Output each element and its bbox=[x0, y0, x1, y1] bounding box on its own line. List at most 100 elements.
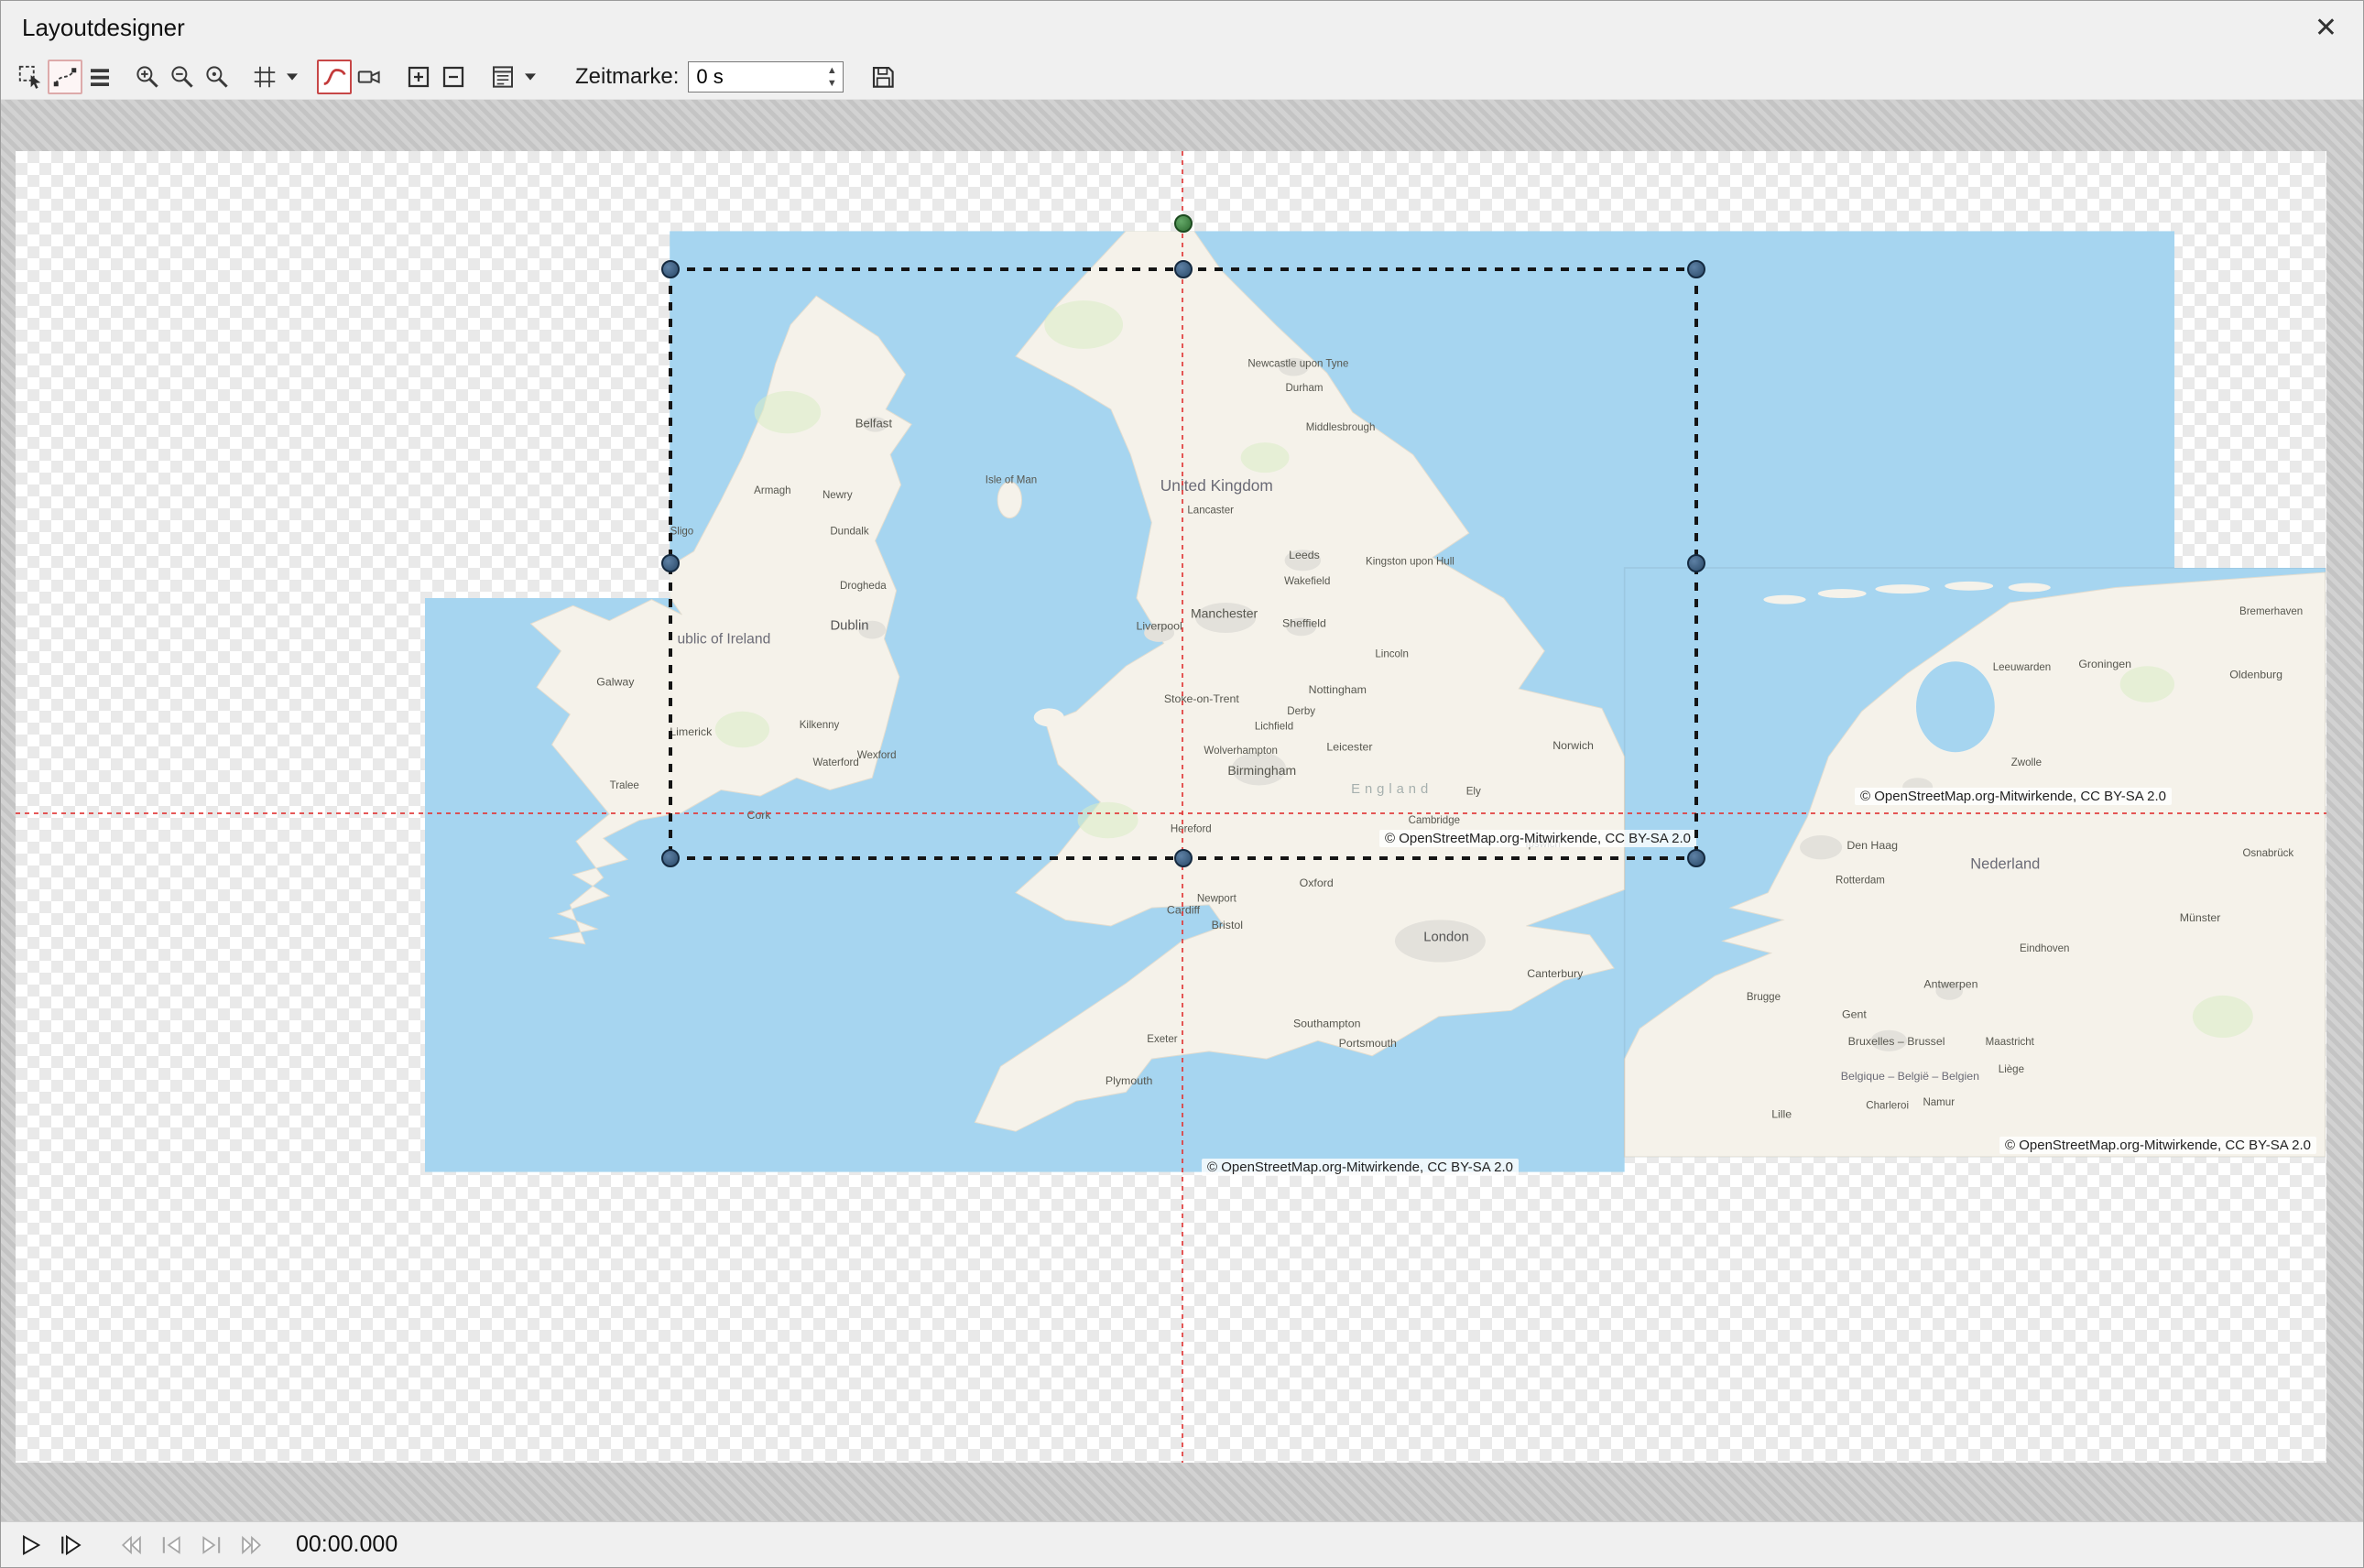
map-place-label: Zwolle bbox=[2011, 757, 2042, 768]
play-button[interactable] bbox=[14, 1529, 47, 1562]
toolbar: Zeitmarke: ▲ ▼ bbox=[1, 55, 2363, 100]
fast-forward-icon bbox=[239, 1532, 265, 1558]
map-place-label: Brugge bbox=[1747, 992, 1781, 1003]
wadden-island bbox=[1875, 584, 1929, 593]
zeitmarke-input-wrap: ▲ ▼ bbox=[688, 61, 844, 93]
resize-handle-top-center[interactable] bbox=[1174, 260, 1193, 278]
remove-button[interactable] bbox=[436, 60, 471, 94]
zoom-out-button[interactable] bbox=[165, 60, 200, 94]
osm-attribution: © OpenStreetMap.org-Mitwirkende, CC BY-S… bbox=[1855, 788, 2172, 805]
map-place-label: Tralee bbox=[610, 780, 639, 791]
camera-icon bbox=[355, 63, 383, 91]
zoom-out-icon bbox=[169, 63, 196, 91]
properties-options-dropdown[interactable] bbox=[520, 60, 540, 94]
wadden-island bbox=[2009, 583, 2051, 593]
resize-handle-bottom-right[interactable] bbox=[1687, 849, 1705, 867]
wadden-island bbox=[1945, 582, 1993, 591]
map-place-label: Portsmouth bbox=[1339, 1037, 1397, 1050]
map-place-label: Bremerhaven bbox=[2239, 606, 2303, 617]
play-from-marker-button[interactable] bbox=[54, 1529, 87, 1562]
grid-options-dropdown[interactable] bbox=[282, 60, 302, 94]
layers-tool-button[interactable] bbox=[82, 60, 117, 94]
transport-bar: 00:00.000 bbox=[1, 1521, 2363, 1567]
curve-points-icon bbox=[51, 63, 79, 91]
rewind-button[interactable] bbox=[114, 1529, 147, 1562]
chevron-down-icon bbox=[525, 73, 536, 81]
red-curve-icon bbox=[321, 63, 348, 91]
properties-list-icon bbox=[489, 63, 517, 91]
resize-handle-middle-left[interactable] bbox=[661, 554, 680, 572]
map-place-label: Leeuwarden bbox=[1993, 662, 2051, 673]
time-display: 00:00.000 bbox=[296, 1531, 398, 1558]
skip-to-end-icon bbox=[199, 1532, 224, 1558]
map-place-label: Eindhoven bbox=[2020, 943, 2070, 954]
map-place-label: Den Haag bbox=[1847, 839, 1898, 852]
grid-icon bbox=[251, 63, 278, 91]
rotation-handle[interactable] bbox=[1174, 214, 1193, 233]
ijsselmeer-water bbox=[1916, 661, 1995, 752]
skip-to-end-button[interactable] bbox=[195, 1529, 228, 1562]
select-points-tool-button[interactable] bbox=[48, 60, 82, 94]
map-place-label: Plymouth bbox=[1106, 1074, 1153, 1087]
zeitmarke-input[interactable] bbox=[688, 61, 844, 93]
osm-attribution: © OpenStreetMap.org-Mitwirkende, CC BY-S… bbox=[1202, 1159, 1519, 1176]
zeitmarke-label: Zeitmarke: bbox=[575, 64, 679, 90]
map-place-label: Münster bbox=[2180, 911, 2221, 924]
camera-tool-button[interactable] bbox=[352, 60, 387, 94]
zoom-in-icon bbox=[134, 63, 161, 91]
map-place-label: London bbox=[1423, 930, 1468, 944]
window-title: Layoutdesigner bbox=[22, 14, 2307, 42]
play-from-marker-icon bbox=[58, 1532, 83, 1558]
rewind-icon bbox=[118, 1532, 144, 1558]
wadden-island bbox=[1818, 589, 1867, 598]
map-place-label: Southampton bbox=[1293, 1017, 1361, 1029]
map-place-label: Osnabrück bbox=[2242, 848, 2293, 859]
map-place-label: Liège bbox=[1999, 1064, 2024, 1075]
workspace: United KingdomManchesterBirminghamLondon… bbox=[1, 100, 2363, 1521]
skip-to-start-button[interactable] bbox=[155, 1529, 188, 1562]
play-icon bbox=[17, 1532, 43, 1558]
map-place-label: Belgique – België – Belgien bbox=[1841, 1070, 1979, 1083]
add-button[interactable] bbox=[401, 60, 436, 94]
zoom-reset-button[interactable] bbox=[200, 60, 234, 94]
resize-handle-bottom-center[interactable] bbox=[1174, 849, 1193, 867]
resize-handle-bottom-left[interactable] bbox=[661, 849, 680, 867]
map-place-label: Cardiff bbox=[1167, 904, 1201, 917]
map-place-label: Galway bbox=[596, 676, 635, 689]
map-place-label: Canterbury bbox=[1527, 967, 1584, 980]
properties-tool-button[interactable] bbox=[485, 60, 520, 94]
minus-square-icon bbox=[440, 63, 467, 91]
zoom-in-button[interactable] bbox=[130, 60, 165, 94]
resize-handle-middle-right[interactable] bbox=[1687, 554, 1705, 572]
map-place-label: Rotterdam bbox=[1836, 876, 1885, 887]
curve-tool-button[interactable] bbox=[317, 60, 352, 94]
map-place-label: Oldenburg bbox=[2229, 668, 2282, 681]
grid-tool-button[interactable] bbox=[247, 60, 282, 94]
map-place-label: Exeter bbox=[1147, 1034, 1177, 1045]
select-tool-button[interactable] bbox=[13, 60, 48, 94]
map-place-label: Bristol bbox=[1212, 919, 1243, 931]
spinner-up-icon[interactable]: ▲ bbox=[822, 64, 841, 77]
wadden-island bbox=[1763, 595, 1805, 604]
map-place-label: Groningen bbox=[2078, 658, 2131, 670]
map-place-label: Nederland bbox=[1970, 855, 2040, 872]
map-place-label: Lille bbox=[1771, 1107, 1792, 1120]
spinner-down-icon[interactable]: ▼ bbox=[822, 77, 841, 90]
skip-to-start-icon bbox=[158, 1532, 184, 1558]
map-place-label: Oxford bbox=[1300, 877, 1334, 889]
map-place-label: Namur bbox=[1923, 1097, 1955, 1108]
chevron-down-icon bbox=[287, 73, 298, 81]
save-button[interactable] bbox=[866, 60, 900, 94]
layout-canvas[interactable]: United KingdomManchesterBirminghamLondon… bbox=[16, 151, 2326, 1463]
resize-handle-top-left[interactable] bbox=[661, 260, 680, 278]
map-place-label: Antwerpen bbox=[1923, 978, 1977, 991]
zeitmarke-spinner: ▲ ▼ bbox=[822, 64, 841, 90]
selection-arrow-icon bbox=[16, 63, 44, 91]
close-icon[interactable]: ✕ bbox=[2307, 13, 2345, 44]
fast-forward-button[interactable] bbox=[235, 1529, 268, 1562]
map-place-label: Bruxelles – Brussel bbox=[1848, 1035, 1945, 1048]
resize-handle-top-right[interactable] bbox=[1687, 260, 1705, 278]
selection-rectangle[interactable] bbox=[670, 269, 1696, 858]
layoutdesigner-window: Layoutdesigner ✕ bbox=[0, 0, 2364, 1568]
osm-attribution: © OpenStreetMap.org-Mitwirkende, CC BY-S… bbox=[1999, 1137, 2316, 1154]
